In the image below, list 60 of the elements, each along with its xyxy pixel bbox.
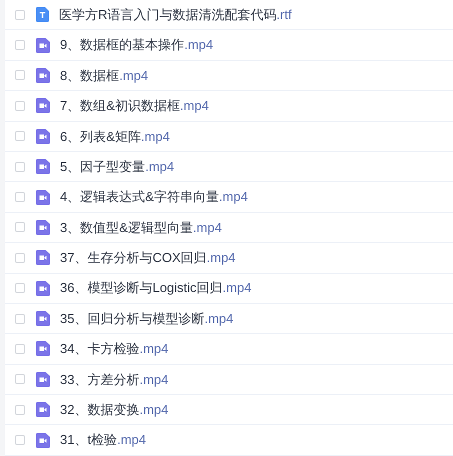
checkbox[interactable]: [15, 131, 25, 142]
checkbox[interactable]: [15, 435, 25, 446]
video-camera-icon: [36, 190, 50, 205]
file-name: 6、列表&矩阵.mp4: [60, 128, 170, 146]
file-name: 37、生存分析与COX回归.mp4: [60, 249, 236, 268]
file-name: 36、模型诊断与Logistic回归.mp4: [60, 279, 252, 298]
file-row[interactable]: 33、方差分析.mp4: [5, 364, 453, 396]
file-row[interactable]: 34、卡方检验.mp4: [5, 334, 453, 365]
file-row[interactable]: 7、数组&初识数据框.mp4: [5, 91, 453, 122]
file-name: 3、数值型&逻辑型向量.mp4: [60, 218, 222, 237]
file-row[interactable]: 31、t检验.mp4: [5, 425, 453, 456]
checkbox[interactable]: [15, 10, 25, 20]
file-row[interactable]: 6、列表&矩阵.mp4: [5, 122, 453, 152]
video-camera-icon: [36, 341, 50, 356]
file-row[interactable]: 35、回归分析与模型诊断.mp4: [5, 304, 453, 334]
video-camera-icon: [36, 311, 50, 326]
video-camera-icon: [36, 98, 50, 114]
checkbox[interactable]: [15, 374, 25, 384]
checkbox[interactable]: [15, 40, 25, 50]
file-row[interactable]: 3、数值型&逻辑型向量.mp4: [5, 212, 453, 244]
video-camera-icon: [36, 280, 50, 296]
file-row[interactable]: 医学方R语言入门与数据清洗配套代码.rtf: [5, 0, 453, 30]
checkbox[interactable]: [15, 100, 25, 111]
video-camera-icon: [36, 128, 50, 144]
file-name: 医学方R语言入门与数据清洗配套代码.rtf: [59, 6, 292, 24]
checkbox[interactable]: [15, 404, 25, 415]
checkbox[interactable]: [15, 70, 25, 80]
checkbox[interactable]: [15, 283, 25, 294]
checkbox[interactable]: [15, 314, 25, 324]
file-name: 7、数组&初识数据框.mp4: [60, 97, 209, 116]
video-camera-icon: [36, 38, 50, 53]
checkbox[interactable]: [15, 344, 25, 354]
file-row[interactable]: 36、模型诊断与Logistic回归.mp4: [5, 274, 453, 304]
video-camera-icon: [36, 402, 50, 418]
file-name: 33、方差分析.mp4: [60, 370, 168, 389]
video-camera-icon: [36, 432, 50, 448]
video-camera-icon: [36, 250, 50, 266]
file-row[interactable]: 9、数据框的基本操作.mp4: [5, 30, 453, 61]
file-name: 31、t检验.mp4: [60, 431, 146, 450]
file-name: 35、回归分析与模型诊断.mp4: [60, 310, 234, 328]
file-row[interactable]: 37、生存分析与COX回归.mp4: [5, 243, 453, 274]
checkbox[interactable]: [15, 252, 25, 263]
checkbox[interactable]: [15, 162, 25, 172]
video-camera-icon: [36, 220, 50, 235]
checkbox[interactable]: [15, 192, 25, 202]
checkbox[interactable]: [15, 222, 25, 232]
video-camera-icon: [36, 159, 50, 174]
file-row[interactable]: 32、数据变换.mp4: [5, 395, 453, 426]
video-camera-icon: [36, 68, 50, 83]
file-row[interactable]: 4、逻辑表达式&字符串向量.mp4: [5, 182, 453, 213]
file-row[interactable]: 5、因子型变量.mp4: [5, 152, 453, 182]
file-name: 32、数据变换.mp4: [60, 401, 168, 420]
text-document-icon: [36, 7, 49, 22]
video-camera-icon: [36, 372, 50, 387]
file-name: 5、因子型变量.mp4: [60, 158, 174, 176]
file-name: 9、数据框的基本操作.mp4: [60, 36, 214, 54]
file-name: 4、逻辑表达式&字符串向量.mp4: [60, 188, 248, 206]
file-row[interactable]: 8、数据框.mp4: [5, 60, 453, 92]
file-name: 34、卡方检验.mp4: [60, 340, 168, 358]
file-name: 8、数据框.mp4: [60, 66, 148, 85]
